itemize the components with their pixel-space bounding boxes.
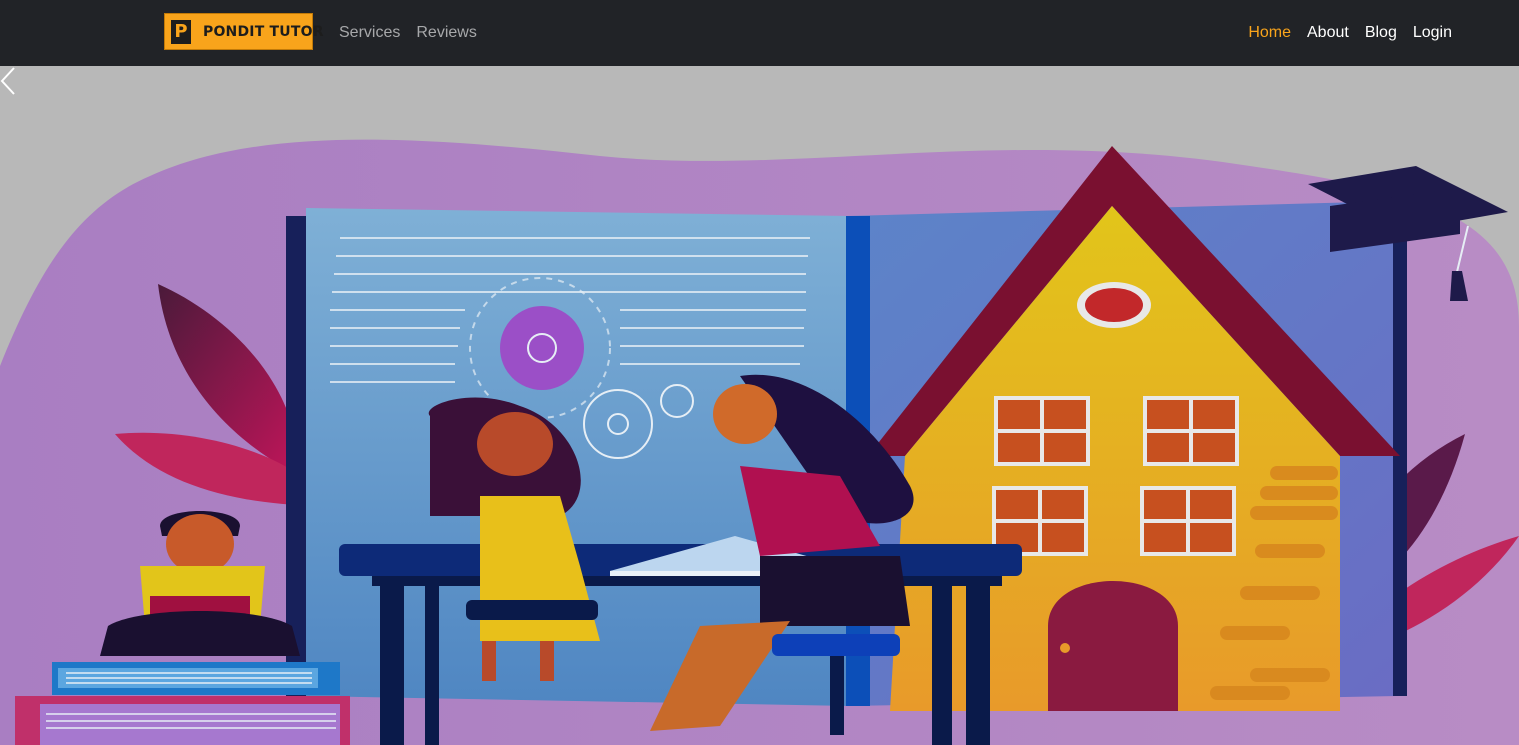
nav-link-login[interactable]: Login: [1413, 24, 1452, 42]
brand-name: PONDIT TUTOR: [203, 24, 324, 40]
logo-p-icon: P: [171, 20, 191, 44]
hero-carousel: [0, 66, 1519, 745]
chevron-left-icon[interactable]: [0, 66, 18, 96]
brand-logo[interactable]: P PONDIT TUTOR: [164, 13, 323, 50]
secondary-nav: Services Reviews: [339, 0, 477, 66]
hero-illustration: [0, 139, 1519, 745]
nav-link-reviews[interactable]: Reviews: [416, 24, 476, 42]
nav-link-blog[interactable]: Blog: [1365, 24, 1397, 42]
nav-link-home[interactable]: Home: [1248, 24, 1291, 42]
nav-link-services[interactable]: Services: [339, 24, 400, 42]
primary-nav: Home About Blog Login: [1248, 0, 1452, 66]
top-navbar: P PONDIT TUTOR Services Reviews Home Abo…: [0, 0, 1519, 66]
nav-link-about[interactable]: About: [1307, 24, 1349, 42]
